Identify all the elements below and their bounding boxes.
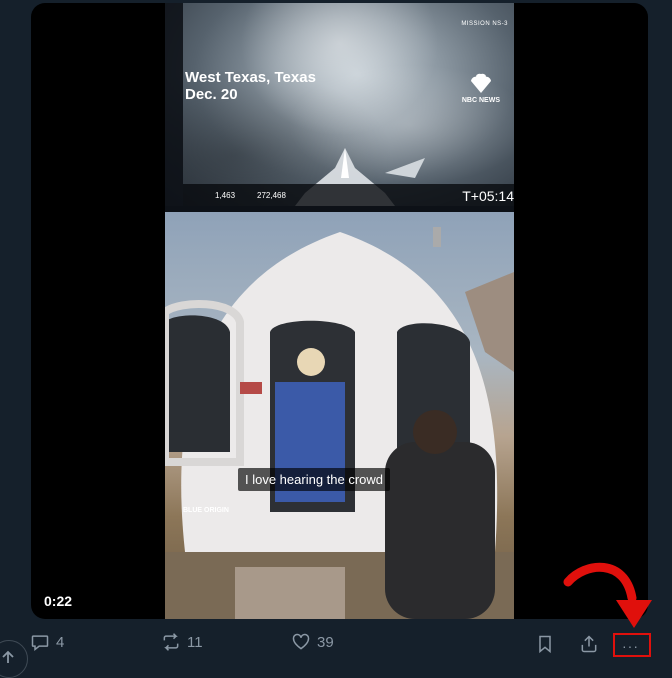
mission-label: MISSION NS-3 [461,21,508,27]
altitude-readout: 1,463 [215,191,236,200]
peacock-icon [470,73,491,93]
video-frame-top: 1,463 272,468 MISSION NS-3 West Texas, T… [165,3,514,206]
repost-count: 11 [187,633,203,651]
video-duration: 0:22 [44,593,73,609]
curved-arrow-icon [563,562,652,628]
repost-icon [163,633,179,651]
repost-button[interactable]: 11 [161,632,203,652]
like-count: 39 [317,633,334,651]
reply-icon [31,635,49,652]
like-button[interactable]: 39 [291,632,334,652]
broadcaster-watermark: BLUE ORIGIN [183,507,229,514]
capsule-image [165,227,514,619]
location-caption: West Texas, Texas Dec. 20 [185,69,316,103]
video-player[interactable]: 1,463 272,468 MISSION NS-3 West Texas, T… [31,3,648,619]
caption-subtitle: I love hearing the crowd [238,468,391,491]
heart-icon [292,633,310,650]
bookmark-icon [539,635,551,654]
reply-button[interactable]: 4 [30,632,64,652]
video-frame-bottom: BLUE ORIGIN I love hearing the crowd [165,212,514,619]
share-button[interactable] [579,634,599,659]
network-logo: NBC NEWS [462,73,500,104]
reply-count: 4 [56,633,65,651]
mission-timer: T+05:14 [462,188,514,204]
highlight-box [613,633,651,657]
arrow-up-icon [2,650,14,663]
velocity-readout: 272,468 [257,191,286,200]
share-icon [581,635,597,653]
bookmark-button[interactable] [535,634,555,659]
